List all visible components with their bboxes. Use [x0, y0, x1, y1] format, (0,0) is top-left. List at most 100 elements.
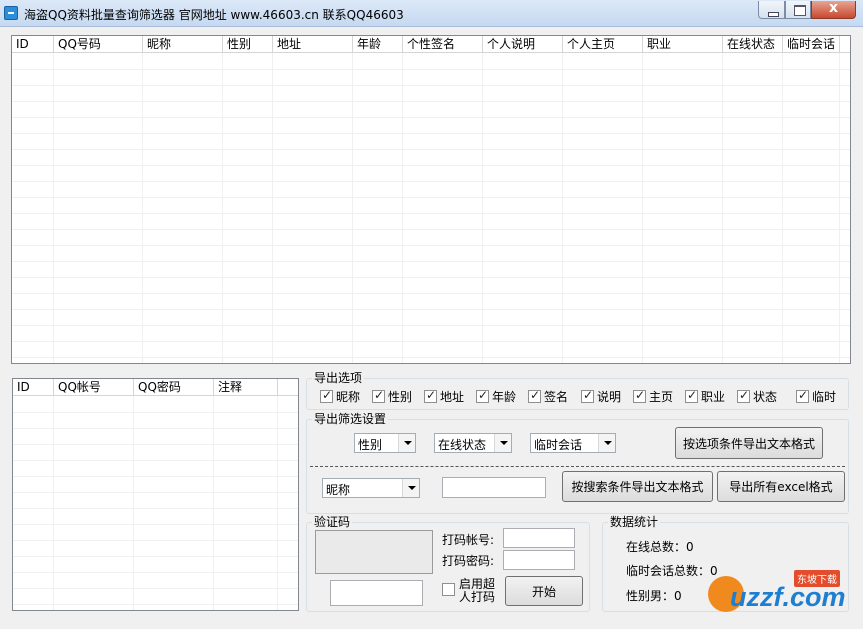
- result-col-online[interactable]: 在线状态: [723, 36, 783, 52]
- close-button[interactable]: x: [811, 0, 856, 19]
- grid-line: [13, 508, 298, 509]
- checkbox-icon: [372, 388, 385, 403]
- captcha-account-label: 打码帐号:: [442, 533, 495, 547]
- gender-select[interactable]: 性别: [354, 433, 416, 453]
- result-col-nickname[interactable]: 昵称: [143, 36, 223, 52]
- grid-line: [13, 588, 298, 589]
- export-option-label: 性别: [388, 390, 413, 404]
- grid-line: [12, 181, 850, 182]
- captcha-password-input[interactable]: [503, 550, 575, 570]
- export-option-label: 状态: [753, 390, 778, 404]
- grid-line: [12, 357, 850, 358]
- result-table[interactable]: ID QQ号码 昵称 性别 地址 年龄 个性签名 个人说明 个人主页 职业 在线…: [11, 35, 851, 364]
- result-col-id[interactable]: ID: [12, 36, 54, 52]
- temp-chat-select[interactable]: 临时会话: [530, 433, 616, 453]
- account-col-note[interactable]: 注释: [214, 379, 278, 395]
- export-option-checkbox[interactable]: 签名: [528, 388, 568, 405]
- grid-line: [12, 245, 850, 246]
- result-col-age[interactable]: 年龄: [353, 36, 403, 52]
- chevron-down-icon: [494, 434, 511, 452]
- account-table[interactable]: ID QQ帐号 QQ密码 注释: [12, 378, 299, 611]
- grid-line: [482, 53, 483, 363]
- captcha-image: [315, 530, 433, 574]
- result-col-gender[interactable]: 性别: [223, 36, 273, 52]
- super-captcha-checkbox[interactable]: [442, 583, 458, 596]
- result-col-description[interactable]: 个人说明: [483, 36, 563, 52]
- export-by-search-button[interactable]: 按搜索条件导出文本格式: [562, 471, 713, 502]
- grid-line: [13, 476, 298, 477]
- result-table-body: [12, 53, 850, 363]
- checkbox-icon: [476, 388, 489, 403]
- result-col-occupation[interactable]: 职业: [643, 36, 723, 52]
- checkbox-icon: [633, 388, 646, 403]
- export-option-checkbox[interactable]: 说明: [581, 388, 621, 405]
- start-button[interactable]: 开始: [505, 576, 583, 606]
- grid-line: [782, 53, 783, 363]
- grid-line: [352, 53, 353, 363]
- export-option-label: 职业: [701, 390, 726, 404]
- checkbox-icon: [581, 388, 594, 403]
- stats-temp-chat-total: 临时会话总数：0: [626, 564, 718, 578]
- chevron-down-icon: [398, 434, 415, 452]
- export-option-checkbox[interactable]: 地址: [424, 388, 464, 405]
- export-option-checkbox[interactable]: 临时: [796, 388, 836, 405]
- super-captcha-label: 启用超 人打码: [459, 578, 495, 604]
- watermark-logo: uzzf.com 东坡下载: [708, 568, 858, 620]
- export-option-label: 说明: [597, 390, 622, 404]
- result-col-address[interactable]: 地址: [273, 36, 353, 52]
- filter-divider: [310, 466, 845, 467]
- search-input[interactable]: [442, 477, 546, 498]
- online-status-select[interactable]: 在线状态: [434, 433, 512, 453]
- grid-line: [12, 213, 850, 214]
- export-option-label: 地址: [440, 390, 465, 404]
- checkbox-icon: [424, 388, 437, 403]
- result-col-tempchat[interactable]: 临时会话: [783, 36, 840, 52]
- account-col-password[interactable]: QQ密码: [134, 379, 214, 395]
- export-option-checkbox[interactable]: 昵称: [320, 388, 360, 405]
- account-col-id[interactable]: ID: [13, 379, 54, 395]
- export-option-label: 签名: [544, 390, 569, 404]
- grid-line: [839, 53, 840, 363]
- grid-line: [12, 149, 850, 150]
- grid-line: [402, 53, 403, 363]
- captcha-code-input[interactable]: [330, 580, 423, 606]
- grid-line: [12, 277, 850, 278]
- result-col-homepage[interactable]: 个人主页: [563, 36, 643, 52]
- stats-gender-male: 性别男：0: [626, 589, 682, 603]
- captcha-account-input[interactable]: [503, 528, 575, 548]
- stats-online-total: 在线总数：0: [626, 540, 694, 554]
- grid-line: [272, 53, 273, 363]
- maximize-button[interactable]: [785, 1, 811, 19]
- title-bar: 海盗QQ资料批量查询筛选器 官网地址 www.46603.cn 联系QQ4660…: [0, 0, 863, 27]
- export-option-checkbox[interactable]: 职业: [685, 388, 725, 405]
- account-table-body: [13, 396, 298, 610]
- grid-line: [13, 444, 298, 445]
- checkbox-icon: [528, 388, 541, 403]
- grid-line: [12, 293, 850, 294]
- account-col-qq[interactable]: QQ帐号: [54, 379, 134, 395]
- export-option-checkbox[interactable]: 主页: [633, 388, 673, 405]
- minimize-button[interactable]: [758, 1, 785, 19]
- grid-line: [12, 325, 850, 326]
- search-field-select[interactable]: 昵称: [322, 478, 420, 498]
- checkbox-icon: [320, 388, 333, 403]
- result-col-signature[interactable]: 个性签名: [403, 36, 483, 52]
- export-options-title: 导出选项: [312, 371, 365, 385]
- export-option-label: 主页: [649, 390, 674, 404]
- export-option-label: 临时: [812, 390, 837, 404]
- grid-line: [53, 53, 54, 363]
- grid-line: [12, 85, 850, 86]
- export-option-checkbox[interactable]: 状态: [737, 388, 777, 405]
- export-option-checkbox[interactable]: 年龄: [476, 388, 516, 405]
- result-col-qq[interactable]: QQ号码: [54, 36, 143, 52]
- export-all-excel-button[interactable]: 导出所有excel格式: [717, 471, 845, 502]
- captcha-password-label: 打码密码:: [442, 554, 495, 568]
- window-title: 海盗QQ资料批量查询筛选器 官网地址 www.46603.cn 联系QQ4660…: [24, 8, 404, 22]
- export-by-options-button[interactable]: 按选项条件导出文本格式: [675, 427, 823, 459]
- grid-line: [142, 53, 143, 363]
- export-option-checkbox[interactable]: 性别: [372, 388, 412, 405]
- grid-line: [722, 53, 723, 363]
- grid-line: [12, 165, 850, 166]
- online-status-select-value: 在线状态: [438, 438, 487, 452]
- grid-line: [13, 604, 298, 605]
